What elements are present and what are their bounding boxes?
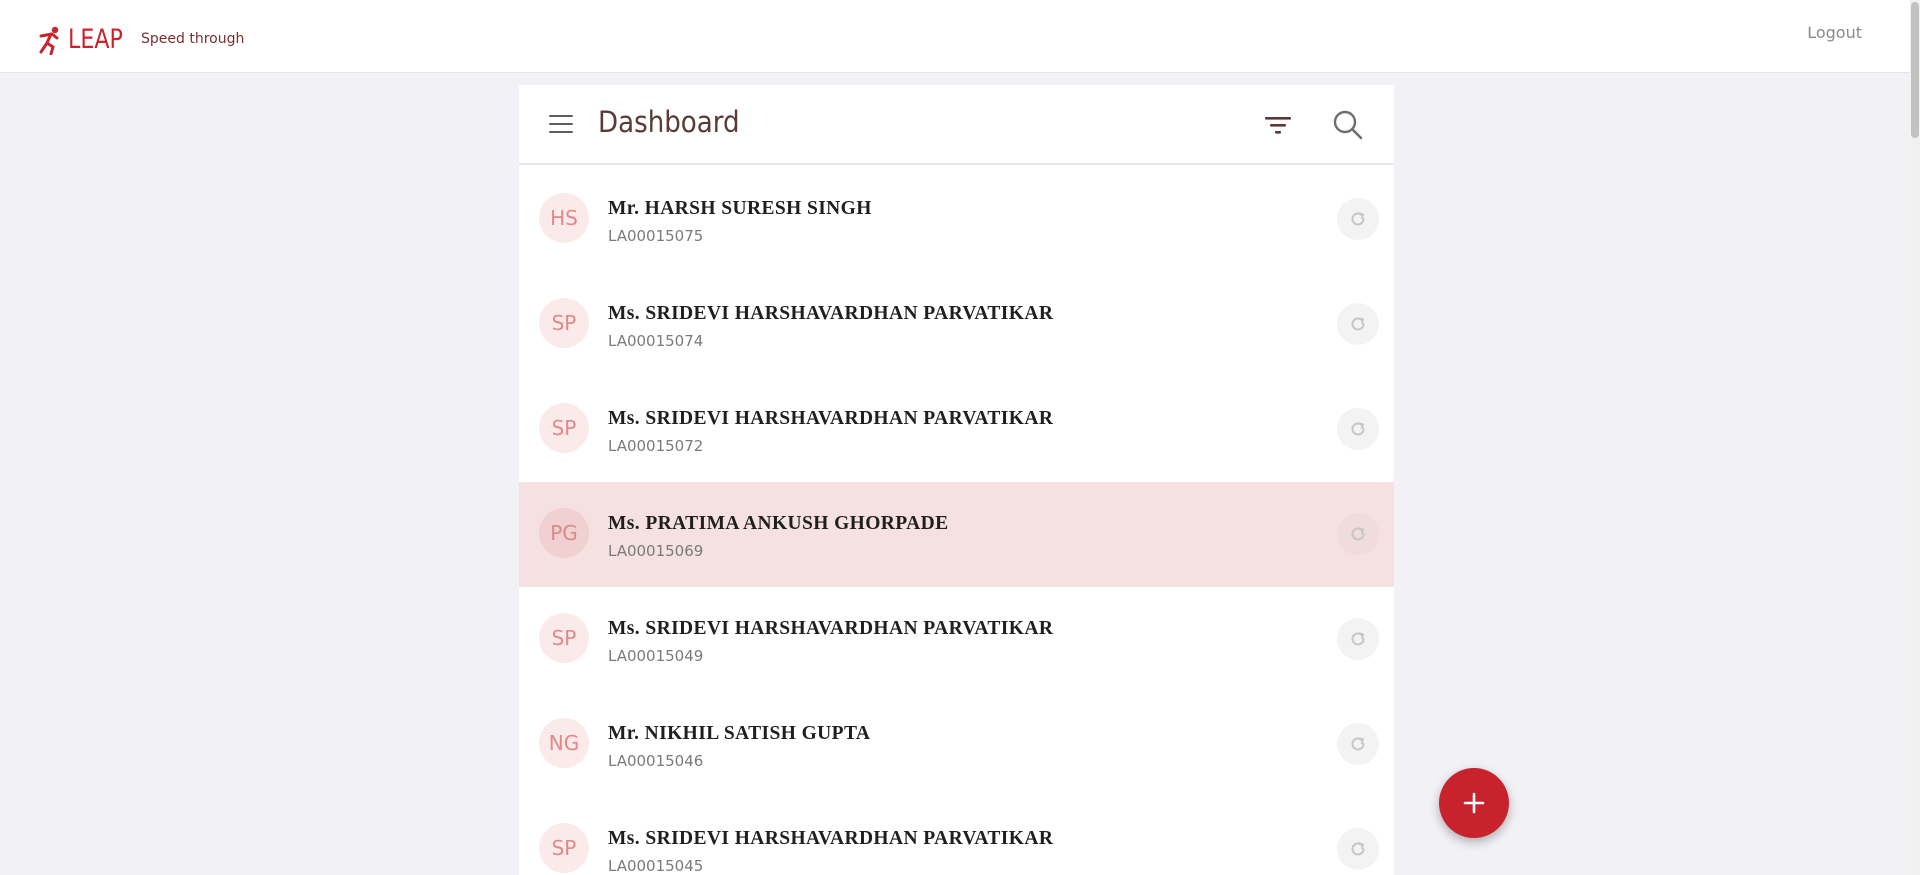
avatar: SP <box>539 403 589 453</box>
application-list: HS Mr. HARSH SURESH SINGH LA00015075 SP Ms. … <box>519 167 1394 875</box>
dashboard-card: Dashboard HS Mr. HARSH SURESH SINGH LA0001… <box>519 85 1394 875</box>
refresh-button[interactable] <box>1337 303 1379 345</box>
top-bar: LEAP Speed through Logout <box>0 0 1920 73</box>
brand-logo[interactable]: LEAP <box>38 24 135 56</box>
refresh-button[interactable] <box>1337 408 1379 450</box>
avatar: NG <box>539 718 589 768</box>
refresh-button[interactable] <box>1337 198 1379 240</box>
list-item[interactable]: SP Ms. SRIDEVI HARSHAVARDHAN PARVATIKAR LA… <box>519 797 1394 875</box>
refresh-icon <box>1351 317 1365 331</box>
page-title: Dashboard <box>598 105 740 139</box>
runner-logo-icon <box>39 26 59 55</box>
plus-icon <box>1463 792 1485 814</box>
refresh-button[interactable] <box>1337 828 1379 870</box>
refresh-icon <box>1351 632 1365 646</box>
search-icon[interactable] <box>1332 109 1364 141</box>
application-id: LA00015072 <box>608 437 704 455</box>
refresh-button[interactable] <box>1337 723 1379 765</box>
hamburger-menu-icon[interactable] <box>549 115 573 135</box>
brand-tagline: Speed through <box>141 31 245 47</box>
refresh-button[interactable] <box>1337 618 1379 660</box>
applicant-name: Ms. SRIDEVI HARSHAVARDHAN PARVATIKAR <box>608 828 1054 849</box>
list-item[interactable]: HS Mr. HARSH SURESH SINGH LA00015075 <box>519 167 1394 272</box>
application-id: LA00015074 <box>608 332 704 350</box>
scrollbar-thumb[interactable] <box>1911 2 1919 138</box>
list-item[interactable]: SP Ms. SRIDEVI HARSHAVARDHAN PARVATIKAR LA… <box>519 272 1394 377</box>
avatar: HS <box>539 193 589 243</box>
refresh-icon <box>1351 842 1365 856</box>
refresh-icon <box>1351 737 1365 751</box>
application-id: LA00015046 <box>608 752 704 770</box>
avatar: SP <box>539 823 589 873</box>
filter-icon[interactable] <box>1265 114 1291 136</box>
applicant-name: Ms. SRIDEVI HARSHAVARDHAN PARVATIKAR <box>608 303 1054 324</box>
logout-link[interactable]: Logout <box>1807 23 1862 42</box>
refresh-icon <box>1351 422 1365 436</box>
brand-name: LEAP <box>68 24 123 55</box>
page-scrollbar[interactable] <box>1910 0 1920 875</box>
applicant-name: Ms. SRIDEVI HARSHAVARDHAN PARVATIKAR <box>608 618 1054 639</box>
applicant-name: Mr. HARSH SURESH SINGH <box>608 198 872 219</box>
refresh-icon <box>1351 527 1365 541</box>
list-item[interactable]: PG Ms. PRATIMA ANKUSH GHORPADE LA00015069 <box>519 482 1394 587</box>
avatar: PG <box>539 508 589 558</box>
refresh-icon <box>1351 212 1365 226</box>
application-id: LA00015075 <box>608 227 704 245</box>
refresh-button[interactable] <box>1337 513 1379 555</box>
avatar: SP <box>539 613 589 663</box>
list-item[interactable]: NG Mr. NIKHIL SATISH GUPTA LA00015046 <box>519 692 1394 797</box>
applicant-name: Ms. PRATIMA ANKUSH GHORPADE <box>608 513 949 534</box>
applicant-name: Ms. SRIDEVI HARSHAVARDHAN PARVATIKAR <box>608 408 1054 429</box>
applicant-name: Mr. NIKHIL SATISH GUPTA <box>608 723 871 744</box>
dashboard-header: Dashboard <box>519 85 1394 165</box>
avatar: SP <box>539 298 589 348</box>
list-item[interactable]: SP Ms. SRIDEVI HARSHAVARDHAN PARVATIKAR LA… <box>519 587 1394 692</box>
add-application-button[interactable] <box>1439 768 1509 838</box>
application-id: LA00015069 <box>608 542 704 560</box>
list-item[interactable]: SP Ms. SRIDEVI HARSHAVARDHAN PARVATIKAR LA… <box>519 377 1394 482</box>
application-id: LA00015045 <box>608 857 704 875</box>
application-id: LA00015049 <box>608 647 704 665</box>
